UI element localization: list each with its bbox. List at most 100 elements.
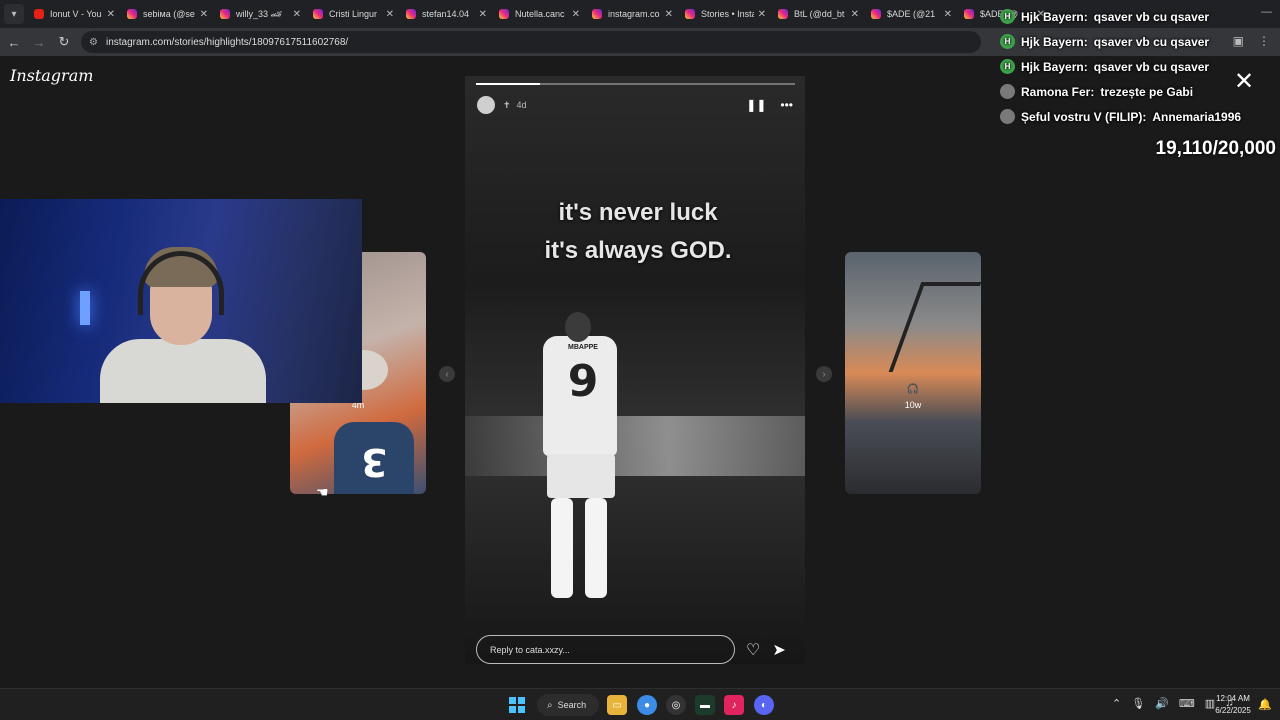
chat-text: Annemaria1996 bbox=[1152, 109, 1242, 124]
browser-tab[interactable]: $ADE (@21 ✕ bbox=[865, 0, 958, 28]
instagram-icon bbox=[406, 9, 416, 19]
tab-close-icon[interactable]: ✕ bbox=[665, 9, 673, 20]
url-text: instagram.com/stories/highlights/1809761… bbox=[105, 36, 349, 48]
tab-title: willy_33 🏎 bbox=[236, 8, 282, 19]
forward-button[interactable]: → bbox=[28, 31, 50, 53]
next-story-card[interactable]: 🎧 10w bbox=[845, 252, 981, 494]
goal-counter: 19,110/20,000 bbox=[1155, 138, 1276, 159]
pause-icon[interactable]: ❚❚ bbox=[746, 98, 766, 112]
previous-arrow-icon[interactable]: ‹ bbox=[439, 366, 455, 382]
player-head bbox=[565, 312, 591, 342]
more-options-icon[interactable]: ••• bbox=[780, 98, 793, 112]
tab-title: instagram.co bbox=[608, 9, 660, 19]
story-avatar[interactable] bbox=[477, 96, 495, 114]
browser-tab[interactable]: instagram.co ✕ bbox=[586, 0, 679, 28]
tab-title: $ADE (@21 bbox=[887, 9, 936, 19]
player-figure: MBAPPE 9 bbox=[535, 312, 625, 602]
main-story-media[interactable]: MBAPPE 9 bbox=[465, 76, 805, 664]
tab-close-icon[interactable]: ✕ bbox=[386, 9, 394, 20]
site-info-icon[interactable]: ⚙ bbox=[89, 37, 98, 48]
chat-message: Ramona Fer: trezește pe Gabi bbox=[1000, 79, 1280, 104]
tiktok-icon[interactable]: ♪ bbox=[724, 695, 744, 715]
browser-tab[interactable]: BtL (@dd_bt ✕ bbox=[772, 0, 865, 28]
instagram-icon bbox=[127, 9, 137, 19]
reply-input[interactable]: Reply to cata.xxzy... bbox=[476, 635, 735, 664]
tab-close-icon[interactable]: ✕ bbox=[293, 9, 301, 20]
browser-tab[interactable]: stefan14.04 ✕ bbox=[400, 0, 493, 28]
tab-close-icon[interactable]: ✕ bbox=[479, 9, 487, 20]
tab-close-icon[interactable]: ✕ bbox=[851, 9, 859, 20]
discord-icon[interactable]: ◐ bbox=[754, 695, 774, 715]
browser-tab[interactable]: Ionut V - You ✕ bbox=[28, 0, 121, 28]
chat-message: H Hjk Bayern: qsaver vb cu qsaver bbox=[1000, 4, 1280, 29]
instagram-icon bbox=[220, 9, 230, 19]
chat-username: Ramona Fer: bbox=[1021, 84, 1095, 99]
instagram-story-viewer: Instagram ✕ ✝ 4m 3 🎧 10w ‹ › MBAPPE 9 bbox=[0, 56, 1280, 688]
reply-placeholder: Reply to cata.xxzy... bbox=[490, 644, 570, 655]
jersey-number: 9 bbox=[567, 356, 599, 407]
chat-username: Hjk Bayern: bbox=[1021, 9, 1088, 24]
story-time: 4d bbox=[516, 100, 527, 110]
next-story-time: 10w bbox=[904, 400, 922, 410]
notification-icon[interactable]: 🔔 bbox=[1258, 698, 1272, 711]
user-badge-icon bbox=[1000, 84, 1015, 99]
file-explorer-icon[interactable]: ▭ bbox=[607, 695, 627, 715]
tab-close-icon[interactable]: ✕ bbox=[572, 9, 580, 20]
reply-actions: ♡ ➤ bbox=[746, 640, 786, 660]
browser-tab[interactable]: Stories • Insta ✕ bbox=[679, 0, 772, 28]
instagram-icon bbox=[778, 9, 788, 19]
instagram-icon bbox=[313, 9, 323, 19]
story-progress-fill bbox=[476, 83, 540, 85]
browser-tab[interactable]: Nutella.canc ✕ bbox=[493, 0, 586, 28]
terminal-icon[interactable]: ▬ bbox=[695, 695, 715, 715]
start-button[interactable] bbox=[509, 697, 525, 713]
instagram-icon bbox=[871, 9, 881, 19]
instagram-icon bbox=[964, 9, 974, 19]
chat-message: H Hjk Bayern: qsaver vb cu qsaver bbox=[1000, 29, 1280, 54]
speaker-icon[interactable]: 🔊 bbox=[1155, 697, 1169, 710]
address-bar[interactable]: ⚙ instagram.com/stories/highlights/18097… bbox=[81, 31, 981, 53]
player-leg bbox=[585, 498, 607, 598]
browser-tab[interactable]: willy_33 🏎 ✕ bbox=[214, 0, 307, 28]
tab-close-icon[interactable]: ✕ bbox=[758, 9, 766, 20]
instagram-icon bbox=[685, 9, 695, 19]
chevron-up-icon[interactable]: ⌃ bbox=[1112, 697, 1121, 710]
pin-icon: ✝ bbox=[503, 99, 511, 110]
back-button[interactable]: ← bbox=[3, 31, 25, 53]
microphone-icon[interactable]: 🎙 bbox=[1131, 697, 1145, 710]
chat-username: Șeful vostru V (FILIP): bbox=[1021, 109, 1147, 124]
browser-tab[interactable]: Cristi Lingur ✕ bbox=[307, 0, 400, 28]
tab-title: Stories • Insta bbox=[701, 9, 754, 19]
taskbar-search[interactable]: ⌕ Search bbox=[537, 694, 599, 716]
instagram-icon bbox=[592, 9, 602, 19]
tab-close-icon[interactable]: ✕ bbox=[107, 9, 115, 20]
instagram-icon bbox=[499, 9, 509, 19]
clock-time: 12:04 AM bbox=[1216, 694, 1250, 703]
jersey-shape: 3 bbox=[334, 422, 414, 494]
keyboard-icon[interactable]: ⌨ bbox=[1179, 697, 1195, 710]
send-icon[interactable]: ➤ bbox=[772, 640, 785, 660]
player-leg bbox=[551, 498, 573, 598]
tab-close-icon[interactable]: ✕ bbox=[200, 9, 208, 20]
tab-search-menu-button[interactable]: ▾ bbox=[4, 4, 24, 24]
browser-tab[interactable]: sebiмa (@se ✕ bbox=[121, 0, 214, 28]
instagram-logo[interactable]: Instagram bbox=[10, 66, 93, 85]
tab-title: stefan14.04 bbox=[422, 9, 470, 19]
chat-username: Hjk Bayern: bbox=[1021, 59, 1088, 74]
taskbar-clock[interactable]: 12:04 AM 6/22/2025 bbox=[1210, 693, 1256, 717]
chat-text: qsaver vb cu qsaver bbox=[1093, 59, 1210, 74]
tab-close-icon[interactable]: ✕ bbox=[944, 9, 952, 20]
story-progress-bar bbox=[476, 83, 795, 85]
chrome-icon[interactable]: ● bbox=[637, 695, 657, 715]
tab-title: sebiмa (@se bbox=[143, 9, 195, 19]
user-badge-icon: H bbox=[1000, 9, 1015, 24]
windows-taskbar: ⌕ Search ▭ ● ◎ ▬ ♪ ◐ ⌃ 🎙 🔊 ⌨ ▥ ♫ 12:04 A… bbox=[0, 688, 1280, 720]
youtube-icon bbox=[34, 9, 44, 19]
reload-button[interactable]: ↻ bbox=[53, 31, 75, 53]
jersey-name: MBAPPE bbox=[568, 344, 598, 351]
chat-text: qsaver vb cu qsaver bbox=[1093, 34, 1210, 49]
app-icon[interactable]: ◎ bbox=[666, 695, 686, 715]
heart-icon[interactable]: ♡ bbox=[746, 640, 760, 660]
chat-message: H Hjk Bayern: qsaver vb cu qsaver bbox=[1000, 54, 1280, 79]
next-arrow-icon[interactable]: › bbox=[816, 366, 832, 382]
